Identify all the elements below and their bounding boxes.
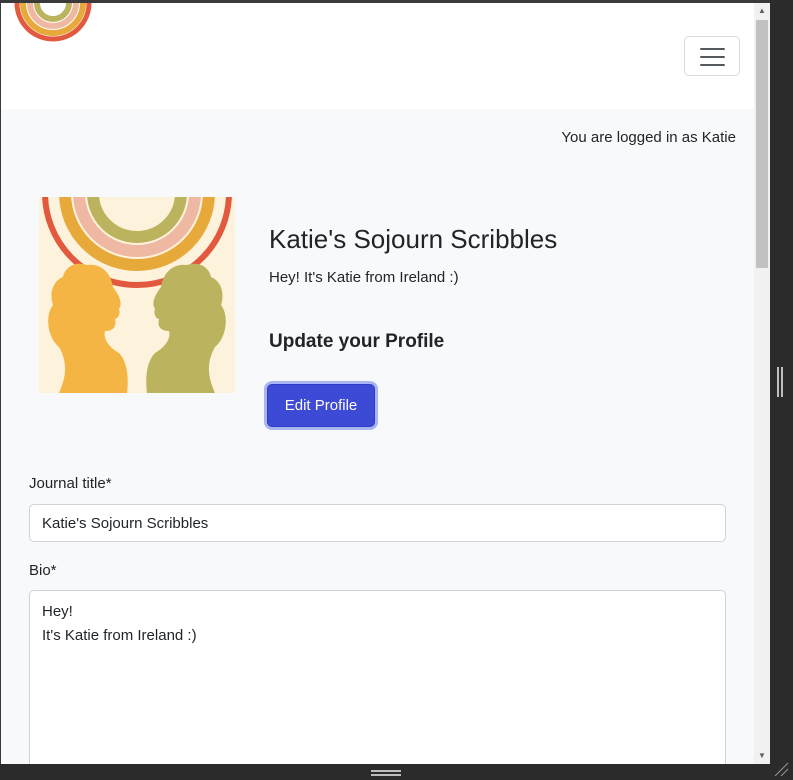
scroll-down-icon[interactable]: ▼ bbox=[754, 748, 770, 764]
horizontal-splitter-handle[interactable] bbox=[371, 770, 401, 776]
navbar bbox=[1, 3, 754, 109]
hamburger-menu-icon bbox=[700, 48, 725, 50]
journal-title-label: Journal title* bbox=[29, 475, 112, 492]
bio-label: Bio* bbox=[29, 562, 57, 579]
rainbow-arc-logo[interactable] bbox=[13, 3, 93, 79]
vertical-splitter-handle[interactable] bbox=[777, 367, 783, 397]
logged-in-status: You are logged in as Katie bbox=[561, 129, 736, 146]
update-profile-heading: Update your Profile bbox=[269, 331, 445, 352]
scroll-up-icon[interactable]: ▲ bbox=[754, 3, 770, 19]
profile-bio-text: Hey! It's Katie from Ireland :) bbox=[269, 269, 459, 286]
journal-title-input[interactable] bbox=[29, 504, 726, 542]
edit-profile-button[interactable]: Edit Profile bbox=[267, 384, 375, 427]
navbar-toggle-button[interactable] bbox=[684, 36, 740, 76]
browser-viewport: You are logged in as Katie Katie's Sojou… bbox=[0, 0, 770, 764]
scrollbar-thumb[interactable] bbox=[756, 20, 768, 268]
journal-title-heading: Katie's Sojourn Scribbles bbox=[269, 224, 558, 254]
vertical-scrollbar[interactable]: ▲ ▼ bbox=[754, 3, 770, 764]
profile-avatar-image bbox=[39, 197, 235, 393]
resize-grip-icon[interactable] bbox=[772, 760, 790, 778]
bio-textarea[interactable]: Hey! It's Katie from Ireland :) bbox=[29, 590, 726, 764]
profile-page: You are logged in as Katie Katie's Sojou… bbox=[1, 109, 754, 764]
